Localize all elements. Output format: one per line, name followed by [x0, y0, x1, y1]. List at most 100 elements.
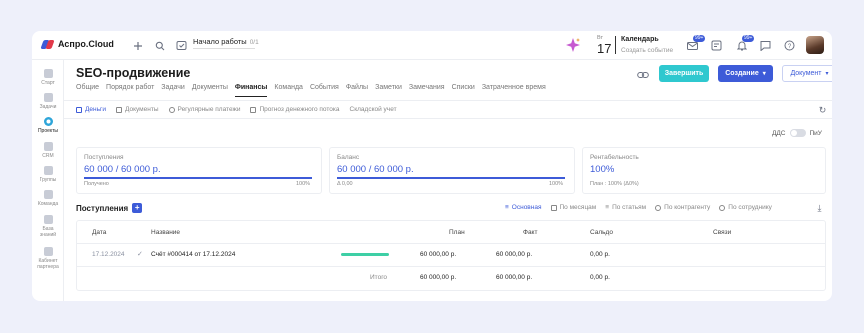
tab-team[interactable]: Команда [274, 84, 303, 97]
total-saldo: 0,00 р. [590, 274, 610, 281]
income-table: Дата Название План Факт Сальдо Связи 17.… [76, 220, 826, 291]
crm-icon [43, 142, 53, 151]
document-button-label: Документ [790, 70, 822, 77]
card-foot: Получено [84, 181, 109, 187]
view-switcher: ≡ Основная По месяцам ≡ По статьям По конт… [505, 204, 781, 211]
tab-notes[interactable]: Заметки [375, 84, 402, 97]
sidebar-item-crm[interactable]: CRM [32, 142, 64, 159]
view-by-counterparty[interactable]: По контрагенту [655, 204, 710, 211]
app-window: Аспро.Cloud Начало работы 0/1 Вт 17 Кален… [32, 31, 832, 301]
user-icon [719, 204, 726, 211]
card-label: Баланс [337, 154, 360, 161]
card-foot: План : 100% (Δ0%) [590, 181, 639, 187]
tab-work-order[interactable]: Порядок работ [106, 84, 154, 97]
chart-icon [250, 106, 257, 113]
column-header-plan: План [449, 229, 465, 236]
view-by-employee[interactable]: По сотруднику [719, 204, 772, 211]
document-button[interactable]: Документ ▾ [782, 65, 832, 82]
page-title: SEO-продвижение [76, 66, 191, 80]
column-header-name: Название [151, 229, 181, 236]
logo-icon [40, 39, 55, 49]
calendar-icon [550, 204, 557, 211]
card-progress-bar [84, 177, 312, 179]
card-label: Рентабельность [590, 154, 639, 161]
tab-events[interactable]: События [310, 84, 339, 97]
link-icon[interactable] [636, 68, 649, 81]
row-fact: 60 000,00 р. [496, 251, 533, 258]
row-saldo: 0,00 р. [590, 251, 610, 258]
sidebar-item-start[interactable]: Старт [32, 69, 64, 86]
projects-icon [43, 117, 53, 126]
sidebar-item-knowledge-base[interactable]: База знаний [32, 215, 64, 238]
section-title: Поступления [76, 203, 129, 213]
sidebar-item-tasks[interactable]: Задачи [32, 93, 64, 110]
column-header-saldo: Сальдо [590, 229, 613, 236]
toggle-switch[interactable] [789, 129, 806, 137]
subtab-documents[interactable]: Документы [116, 106, 159, 113]
sidebar-item-groups[interactable]: Группы [32, 166, 64, 183]
card-value: 60 000 / 60 000 р. [84, 164, 161, 175]
finish-button[interactable]: Завершить [659, 65, 709, 82]
card-value: 100% [590, 164, 615, 175]
project-tabs: Общие Порядок работ Задачи Документы Фин… [76, 84, 553, 97]
card-progress-bar [337, 177, 565, 179]
tab-time-spent[interactable]: Затраченное время [482, 84, 546, 97]
create-button-label: Создание [725, 70, 759, 77]
tab-files[interactable]: Файлы [346, 84, 368, 97]
column-header-links: Связи [713, 229, 732, 236]
tab-general[interactable]: Общие [76, 84, 99, 97]
tab-finance[interactable]: Финансы [234, 84, 268, 97]
subtab-money[interactable]: Деньги [76, 106, 106, 113]
refresh-icon[interactable]: ↻ [816, 104, 829, 117]
card-value: 60 000 / 60 000 р. [337, 164, 414, 175]
view-by-month[interactable]: По месяцам [550, 204, 596, 211]
money-icon [76, 106, 82, 113]
clock-icon [168, 106, 175, 113]
add-income-button[interactable]: + [132, 203, 143, 213]
view-by-article[interactable]: ≡ По статьям [605, 204, 646, 211]
card-label: Поступления [84, 154, 124, 161]
row-name-link[interactable]: Счёт #000414 от 17.12.2024 [151, 251, 235, 258]
tab-documents[interactable]: Документы [192, 84, 228, 97]
sidebar: Старт Задачи Проекты CRM Группы Команда … [32, 60, 64, 301]
groups-icon [43, 166, 53, 175]
toggle-right-label: ПиУ [809, 129, 822, 137]
subtab-regular-payments[interactable]: Регулярные платежи [168, 106, 240, 113]
card-percent: 100% [549, 181, 564, 187]
documents-icon [116, 106, 122, 113]
total-plan: 60 000,00 р. [420, 274, 457, 281]
tasks-icon [43, 93, 53, 102]
card-percent: 100% [296, 181, 311, 187]
row-plan: 60 000,00 р. [420, 251, 457, 258]
sidebar-item-team[interactable]: Команда [32, 190, 64, 207]
view-main[interactable]: ≡ Основная [505, 204, 542, 211]
profitability-card: Рентабельность 100% План : 100% (Δ0%) [582, 147, 826, 194]
start-icon [43, 69, 53, 78]
partner-cabinet-icon [43, 247, 53, 256]
income-section-header: Поступления + [76, 203, 143, 213]
chevron-down-icon: ▾ [762, 71, 766, 77]
counterparty-icon [655, 204, 662, 211]
finance-subtabs: Деньги Документы Регулярные платежи Прог… [76, 106, 407, 113]
subtab-cashflow-forecast[interactable]: Прогноз денежного потока [250, 106, 340, 113]
knowledge-base-icon [43, 215, 53, 224]
sidebar-item-projects[interactable]: Проекты [32, 117, 64, 134]
card-foot: Δ 0,00 [337, 181, 353, 187]
total-fact: 60 000,00 р. [496, 274, 533, 281]
chevron-down-icon: ▾ [825, 71, 829, 77]
tab-remarks[interactable]: Замечания [409, 84, 445, 97]
income-card: Поступления 60 000 / 60 000 р. Получено … [76, 147, 322, 194]
tab-tasks[interactable]: Задачи [161, 84, 185, 97]
balance-card: Баланс 60 000 / 60 000 р. Δ 0,00 100% [329, 147, 575, 194]
sidebar-item-partner-cabinet[interactable]: Кабинет партнера [32, 247, 64, 270]
subtab-warehouse[interactable]: Складской учет [350, 106, 397, 113]
team-icon [43, 190, 53, 199]
list-icon: ≡ [505, 204, 509, 211]
check-icon: ✓ [137, 251, 143, 258]
tab-lists[interactable]: Списки [452, 84, 475, 97]
list-icon: ≡ [605, 204, 610, 211]
download-icon[interactable]: ⤓ [813, 202, 826, 215]
total-label: Итого [370, 274, 388, 281]
dds-pnl-toggle[interactable]: ДДС ПиУ [772, 129, 822, 137]
create-button[interactable]: Создание ▾ [718, 65, 773, 82]
